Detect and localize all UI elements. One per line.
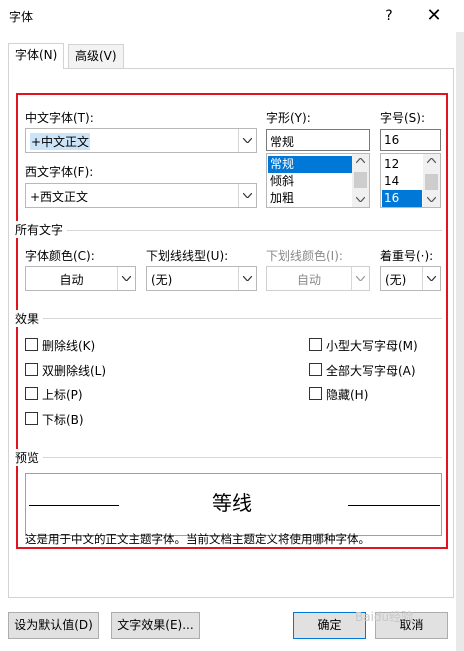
- set-default-button[interactable]: 设为默认值(D): [8, 612, 99, 639]
- dialog-title: 字体: [9, 10, 34, 24]
- watermark-logo: Baidu经验: [355, 610, 414, 624]
- tab-font[interactable]: 字体(N): [8, 43, 65, 69]
- tab-advanced[interactable]: 高级(V): [68, 44, 124, 68]
- background-window-edge: [456, 32, 464, 651]
- preview-section-title: 预览: [15, 449, 44, 466]
- help-button[interactable]: ?: [376, 3, 402, 29]
- close-button[interactable]: ✕: [420, 3, 448, 29]
- all-text-section-title: 所有文字: [15, 221, 68, 238]
- highlight-box: [16, 93, 448, 549]
- effects-section-title: 效果: [15, 310, 44, 327]
- text-effects-button[interactable]: 文字效果(E)...: [111, 612, 200, 639]
